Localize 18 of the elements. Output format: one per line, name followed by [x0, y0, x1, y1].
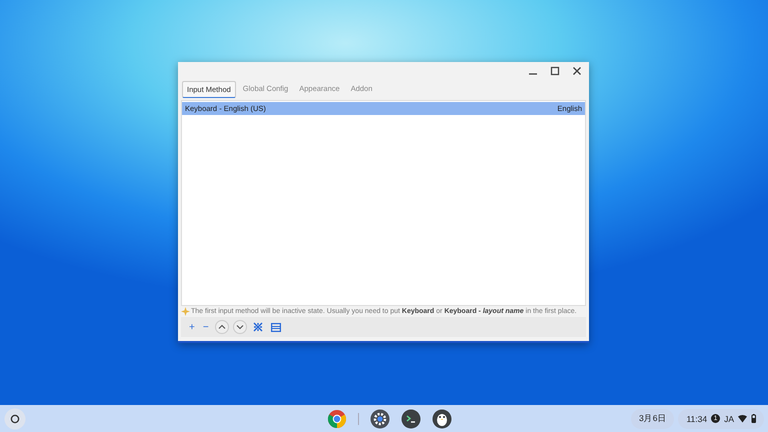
ime-indicator: JA [724, 414, 734, 424]
toolbar-button[interactable]: − [200, 322, 211, 332]
clock-text: 11:34 [686, 414, 708, 424]
browser-icon[interactable] [327, 408, 347, 428]
toolbar-button[interactable]: + [187, 322, 197, 332]
penguin-icon[interactable] [432, 408, 452, 428]
launcher-button[interactable] [4, 408, 26, 430]
close-icon[interactable] [571, 65, 583, 77]
terminal-icon[interactable] [401, 408, 421, 428]
wifi-icon[interactable] [738, 414, 747, 422]
move-down-button[interactable] [232, 320, 247, 334]
date-button[interactable]: 3月6日 [630, 408, 674, 428]
move-up-button[interactable] [214, 320, 229, 334]
battery-icon[interactable] [751, 414, 756, 423]
maximize-icon[interactable] [549, 65, 561, 77]
tools-icon[interactable] [250, 322, 265, 332]
keyboard-layout-icon[interactable] [268, 322, 283, 332]
gear-icon[interactable] [370, 408, 390, 428]
